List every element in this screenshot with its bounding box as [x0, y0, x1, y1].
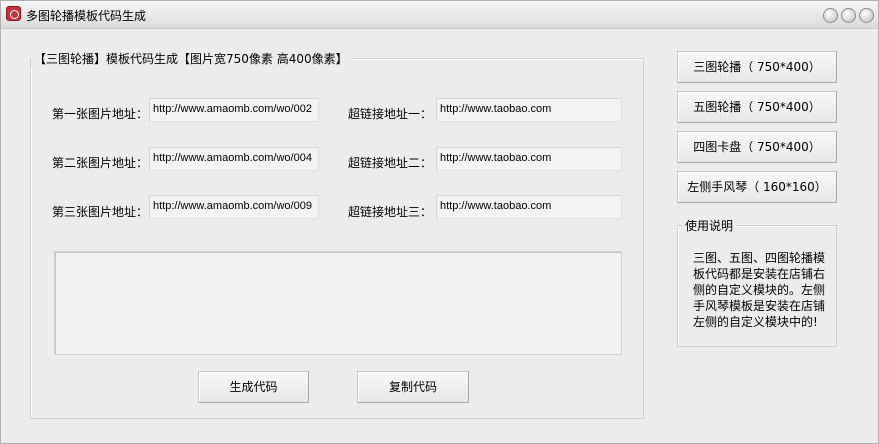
left-accordion-button[interactable]: 左侧手风琴（ 160*160） [677, 171, 837, 203]
generate-code-button[interactable]: 生成代码 [198, 371, 309, 403]
template-group-legend: 【三图轮播】模板代码生成【图片宽750像素 高400像素】 [31, 50, 351, 67]
help-group-title: 使用说明 [682, 217, 737, 234]
five-image-carousel-button[interactable]: 五图轮播（ 750*400） [677, 91, 837, 123]
image-3-url-input[interactable]: http://www.amaomb.com/wo/009 [149, 195, 319, 219]
link-2-url-input[interactable]: http://www.taobao.com [436, 147, 622, 171]
app-icon [6, 6, 21, 21]
three-image-carousel-button[interactable]: 三图轮播（ 750*400） [677, 51, 837, 83]
link-3-label: 超链接地址三： [348, 205, 433, 219]
image-3-label: 第三张图片地址： [52, 205, 149, 219]
copy-code-button[interactable]: 复制代码 [357, 371, 469, 403]
image-2-url-input[interactable]: http://www.amaomb.com/wo/004 [149, 147, 319, 171]
title-bar[interactable]: 多图轮播模板代码生成 [1, 1, 878, 29]
image-2-label: 第二张图片地址： [52, 156, 149, 170]
help-text: 三图、五图、四图轮播模板代码都是安装在店铺右侧的自定义模块的。左侧手风琴模板是安… [693, 251, 826, 329]
minimize-button[interactable] [823, 8, 838, 23]
code-output-textarea[interactable] [54, 251, 622, 355]
maximize-button[interactable] [841, 8, 856, 23]
four-image-carousel-button[interactable]: 四图卡盘（ 750*400） [677, 131, 837, 163]
link-1-url-input[interactable]: http://www.taobao.com [436, 98, 622, 122]
image-1-label: 第一张图片地址： [52, 107, 149, 121]
image-1-url-input[interactable]: http://www.amaomb.com/wo/002 [149, 98, 319, 122]
link-3-url-input[interactable]: http://www.taobao.com [436, 195, 622, 219]
window-title: 多图轮播模板代码生成 [26, 9, 147, 23]
main-window: 多图轮播模板代码生成 【三图轮播】模板代码生成【图片宽750像素 高400像素】… [0, 0, 879, 444]
close-button[interactable] [859, 8, 874, 23]
link-2-label: 超链接地址二： [348, 156, 433, 170]
link-1-label: 超链接地址一： [348, 107, 433, 121]
